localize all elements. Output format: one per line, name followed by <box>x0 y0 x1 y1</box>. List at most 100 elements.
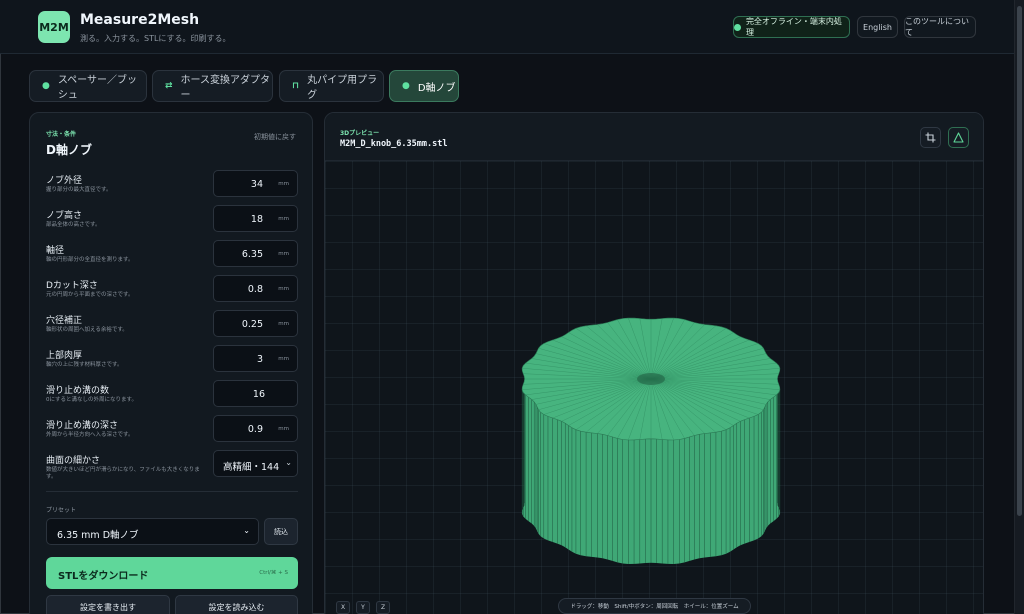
load-preset-button[interactable]: 読込 <box>264 518 298 545</box>
d-cut-depth-input[interactable]: 0.8 mm <box>213 275 298 302</box>
dot-icon: ● <box>42 81 50 91</box>
knob-mesh <box>521 317 781 564</box>
unit-label: mm <box>278 286 289 292</box>
export-settings-button[interactable]: 設定を書き出す <box>46 595 170 614</box>
hole-compensation-input[interactable]: 0.25 mm <box>213 310 298 337</box>
tab-label: 丸パイプ用プラグ <box>307 75 378 101</box>
import-settings-button[interactable]: 設定を読み込む <box>175 595 298 614</box>
param-grip-count: 滑り止め溝の数 0にすると溝なしの外周になります。 16 <box>46 380 298 410</box>
param-label: 穴径補正 <box>46 316 83 326</box>
unit-label: mm <box>278 181 289 187</box>
app-logo: M2M <box>38 11 70 43</box>
fit-view-button[interactable] <box>920 127 941 148</box>
app-tagline: 測る。入力する。STLにする。印刷する。 <box>80 34 231 43</box>
input-value: 3 <box>256 354 263 365</box>
select-value: 高精細・144 <box>223 462 280 473</box>
param-label: ノブ外径 <box>46 176 83 186</box>
input-value: 0.9 <box>247 424 263 435</box>
triangle-icon <box>953 132 964 143</box>
divider <box>46 491 298 492</box>
param-label: Dカット深さ <box>46 281 98 291</box>
dot-icon: ● <box>402 81 410 91</box>
grip-depth-input[interactable]: 0.9 mm <box>213 415 298 442</box>
param-d-cut-depth: Dカット深さ 元の円周から平面までの深さです。 0.8 mm <box>46 275 298 305</box>
tab-d-shaft-knob[interactable]: ● D軸ノブ <box>389 70 459 102</box>
offline-badge: 完全オフライン・端末内処理 <box>733 16 850 38</box>
tab-label: ホース変換アダプター <box>180 75 271 101</box>
param-description: 元の円周から平面までの深さです。 <box>46 292 134 298</box>
param-knob-height: ノブ高さ 部品全体の高さです。 18 mm <box>46 205 298 235</box>
scrollbar-thumb[interactable] <box>1017 6 1022 516</box>
tab-label: D軸ノブ <box>417 82 456 94</box>
crop-frame-icon <box>925 132 936 143</box>
input-value: 6.35 <box>241 249 263 260</box>
param-label: ノブ高さ <box>46 211 83 221</box>
param-grip-depth: 滑り止め溝の深さ 外周から半径方向へ入る深さです。 0.9 mm <box>46 415 298 445</box>
knob-height-input[interactable]: 18 mm <box>213 205 298 232</box>
tab-pipe-plug[interactable]: ⊓ 丸パイプ用プラグ <box>279 70 384 102</box>
top-thickness-input[interactable]: 3 mm <box>213 345 298 372</box>
preview-panel: 3Dプレビュー M2M_D_knob_6.35mm.stl X Y Z ドラッグ… <box>324 112 984 614</box>
param-hole-compensation: 穴径補正 軸形状の周囲へ加える余裕です。 0.25 mm <box>46 310 298 340</box>
param-description: 0にすると溝なしの外周になります。 <box>46 397 138 403</box>
app-header: M2M Measure2Mesh 測る。入力する。STLにする。印刷する。 完全… <box>0 0 1014 54</box>
app-title: Measure2Mesh <box>80 12 200 28</box>
param-label: 滑り止め溝の深さ <box>46 421 119 431</box>
param-description: 数値が大きいほど円が滑らかになり、ファイルも大きくなります。 <box>46 467 200 480</box>
status-dot-icon <box>734 23 741 31</box>
param-description: 部品全体の高さです。 <box>46 222 101 228</box>
download-stl-button[interactable]: STLをダウンロード Ctrl/⌘ + S <box>46 557 298 589</box>
param-label: 曲面の細かさ <box>46 456 101 466</box>
unit-label: mm <box>278 321 289 327</box>
preview-header: 3Dプレビュー M2M_D_knob_6.35mm.stl <box>325 113 983 161</box>
language-button[interactable]: English <box>857 16 898 38</box>
preset-select[interactable]: 6.35 mm D軸ノブ ⌄ <box>46 518 259 545</box>
unit-label: mm <box>278 251 289 257</box>
tab-hose-adapter[interactable]: ⇄ ホース変換アダプター <box>152 70 273 102</box>
page-scrollbar[interactable] <box>1014 0 1024 614</box>
grip-count-input[interactable]: 16 <box>213 380 298 407</box>
resolution-select[interactable]: 高精細・144 ⌄ <box>213 450 298 477</box>
input-value: 34 <box>250 179 263 190</box>
param-knob-diameter: ノブ外径 握り部分の最大直径です。 34 mm <box>46 170 298 200</box>
wireframe-toggle-button[interactable] <box>948 127 969 148</box>
param-description: 握り部分の最大直径です。 <box>46 187 112 193</box>
unit-label: mm <box>278 216 289 222</box>
axis-x-button[interactable]: X <box>336 601 350 614</box>
param-resolution: 曲面の細かさ 数値が大きいほど円が滑らかになり、ファイルも大きくなります。 高精… <box>46 450 298 480</box>
input-value: 16 <box>252 389 265 400</box>
tab-spacer-bushing[interactable]: ● スペーサー／ブッシュ <box>29 70 147 102</box>
chevron-down-icon: ⌄ <box>283 458 292 467</box>
param-description: 軸穴の上に残す材料厚さです。 <box>46 362 123 368</box>
input-value: 0.25 <box>241 319 263 330</box>
param-label: 軸径 <box>46 246 65 256</box>
knob-diameter-input[interactable]: 34 mm <box>213 170 298 197</box>
chevron-down-icon: ⌄ <box>243 526 250 535</box>
offline-badge-label: 完全オフライン・端末内処理 <box>745 17 842 37</box>
param-label: 滑り止め溝の数 <box>46 386 110 396</box>
knob-center <box>637 373 665 385</box>
input-value: 0.8 <box>247 284 263 295</box>
about-button[interactable]: このツールについて <box>904 16 976 38</box>
param-description: 軸の円形部分の全直径を測ります。 <box>46 257 134 263</box>
axis-z-button[interactable]: Z <box>376 601 390 614</box>
download-label: STLをダウンロード <box>58 571 149 582</box>
param-shaft-diameter: 軸径 軸の円形部分の全直径を測ります。 6.35 mm <box>46 240 298 270</box>
shaft-diameter-input[interactable]: 6.35 mm <box>213 240 298 267</box>
controls-hint: ドラッグ：移動 Shift/中ボタン：周回回転 ホイール：位置ズーム <box>558 598 751 614</box>
input-value: 18 <box>250 214 263 225</box>
param-description: 軸形状の周囲へ加える余裕です。 <box>46 327 128 333</box>
3d-viewport[interactable]: X Y Z ドラッグ：移動 Shift/中ボタン：周回回転 ホイール：位置ズーム <box>325 161 983 614</box>
axis-y-button[interactable]: Y <box>356 601 370 614</box>
keyboard-shortcut: Ctrl/⌘ + S <box>259 570 288 576</box>
unit-label: mm <box>278 356 289 362</box>
unit-label: mm <box>278 426 289 432</box>
preset-label: プリセット <box>46 507 77 514</box>
select-value: 6.35 mm D軸ノブ <box>57 530 139 541</box>
stl-filename: M2M_D_knob_6.35mm.stl <box>340 139 448 149</box>
panel-title: D軸ノブ <box>46 143 92 157</box>
param-description: 外周から半径方向へ入る深さです。 <box>46 432 134 438</box>
reset-defaults-button[interactable]: 初期値に戻す <box>254 132 296 142</box>
plug-icon: ⊓ <box>292 81 300 91</box>
swap-arrows-icon: ⇄ <box>165 81 173 91</box>
